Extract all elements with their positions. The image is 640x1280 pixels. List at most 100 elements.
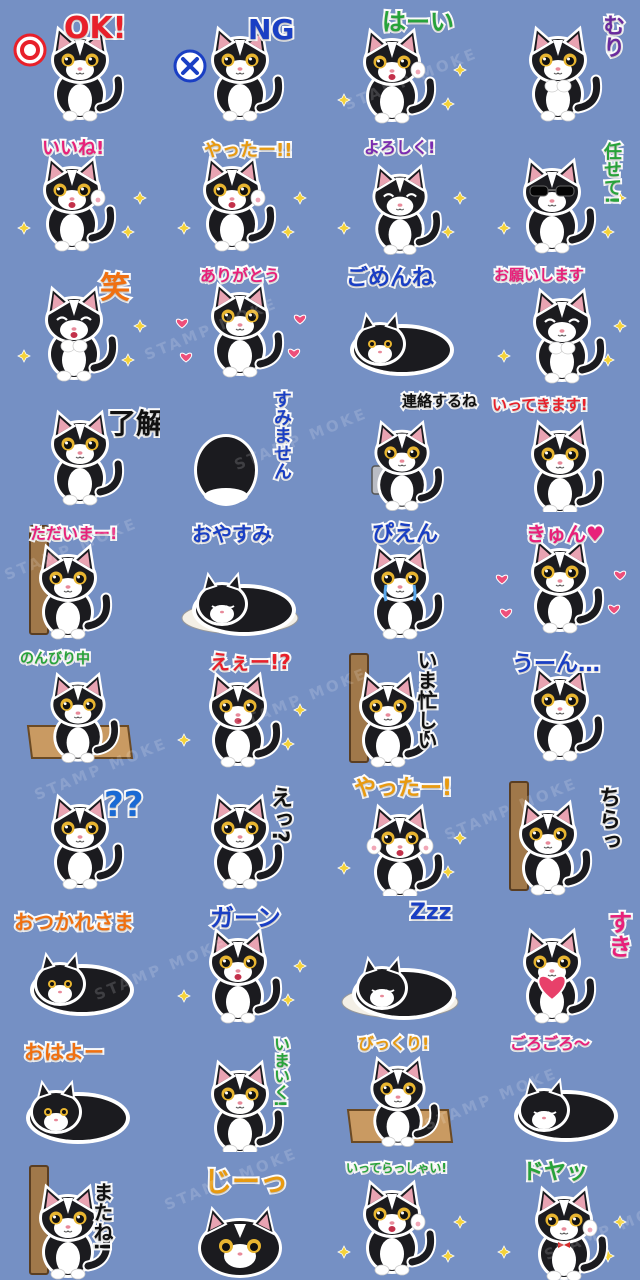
sticker-22[interactable]: えぇー!? — [160, 640, 320, 768]
cat-illustration — [514, 1077, 618, 1142]
sticker-17[interactable]: ただいまー! — [0, 512, 160, 640]
sticker-art — [51, 409, 125, 506]
sticker-25[interactable]: ?? — [0, 768, 160, 896]
sticker-caption: お願いします — [492, 266, 586, 285]
sticker-16[interactable]: いってきます! — [480, 384, 640, 512]
sticker-29[interactable]: おつかれさま — [0, 896, 160, 1024]
sticker-33[interactable]: おはよー — [0, 1024, 160, 1152]
sticker-1[interactable]: OK! — [0, 0, 160, 128]
sticker-art — [17, 285, 147, 382]
sticker-2[interactable]: NG — [160, 0, 320, 128]
sticker-15[interactable]: 連絡するね — [320, 384, 480, 512]
sticker-art — [349, 653, 433, 768]
sticker-caption: のんびり中 — [18, 650, 92, 668]
sticker-caption: えっ? — [265, 784, 294, 845]
sticker-caption: Zzz — [408, 900, 454, 926]
sticker-caption: よろしく! — [362, 138, 437, 158]
sticker-caption: 連絡するね — [400, 392, 479, 411]
sticker-caption: やったー! — [352, 776, 454, 802]
sticker-7[interactable]: よろしく! — [320, 128, 480, 256]
cat-illustration — [346, 1055, 454, 1147]
sticker-3[interactable]: はーい — [320, 0, 480, 128]
sticker-35[interactable]: びっくり! — [320, 1024, 480, 1152]
sticker-26[interactable]: えっ? — [160, 768, 320, 896]
sticker-4[interactable]: むり — [480, 0, 640, 128]
sticker-caption: えぇー!? — [208, 650, 293, 674]
sticker-34[interactable]: いまいく! — [160, 1024, 320, 1152]
cat-illustration — [181, 571, 299, 636]
cat-illustration — [198, 1205, 282, 1278]
cat-illustration — [531, 537, 605, 634]
sticker-caption: ドヤッ — [520, 1160, 590, 1186]
sticker-caption: ありがとう — [198, 266, 282, 286]
sticker-38[interactable]: じーっ — [160, 1152, 320, 1280]
sticker-caption: ガーン — [208, 904, 283, 932]
sticker-5[interactable]: いいね! — [0, 128, 160, 256]
cat-illustration — [371, 419, 444, 511]
sticker-caption: またね! — [88, 1180, 116, 1253]
sticker-13[interactable]: 了解 — [0, 384, 160, 512]
sticker-10[interactable]: ありがとう — [160, 256, 320, 384]
cross-sign-icon — [173, 49, 207, 83]
sticker-31[interactable]: Zzz — [320, 896, 480, 1024]
sticker-18[interactable]: おやすみ — [160, 512, 320, 640]
sticker-caption: 任せて! — [599, 140, 624, 206]
sticker-27[interactable]: やったー! — [320, 768, 480, 896]
sticker-art — [341, 955, 459, 1020]
cat-illustration — [523, 927, 597, 1024]
sticker-caption: ?? — [102, 785, 145, 825]
sticker-caption: むり — [597, 12, 626, 60]
cat-illustration — [363, 27, 437, 124]
sticker-20[interactable]: きゅん♥ — [480, 512, 640, 640]
sticker-37[interactable]: またね! — [0, 1152, 160, 1280]
sticker-caption: いまいく! — [269, 1034, 292, 1109]
sticker-caption: おはよー — [22, 1040, 106, 1064]
sticker-caption: いいね! — [40, 138, 106, 160]
sticker-caption: ごめんね — [344, 266, 436, 292]
sticker-6[interactable]: やったー!! — [160, 128, 320, 256]
sticker-caption: いってきます! — [490, 396, 590, 415]
sticker-caption: ぴえん — [370, 522, 440, 548]
sticker-21[interactable]: のんびり中 — [0, 640, 160, 768]
sticker-32[interactable]: すき — [480, 896, 640, 1024]
sticker-8[interactable]: 任せて! — [480, 128, 640, 256]
cat-illustration — [211, 281, 285, 378]
sticker-art — [173, 25, 285, 122]
cat-illustration — [26, 1079, 130, 1144]
sticker-36[interactable]: ごろごろ〜 — [480, 1024, 640, 1152]
sticker-19[interactable]: ぴえん — [320, 512, 480, 640]
sticker-grid: OK! NG はーい むり いいね! やったー!! よろしく! 任せて! 笑ありがとう ごめんねお… — [0, 0, 640, 1280]
sticker-caption: 了解 — [106, 407, 160, 440]
cat-illustration — [203, 155, 277, 252]
sticker-caption: いってらっしゃい! — [344, 1160, 449, 1176]
cat-illustration — [30, 951, 134, 1016]
sticker-39[interactable]: いってらっしゃい! — [320, 1152, 480, 1280]
sticker-40[interactable]: ドヤッ — [480, 1152, 640, 1280]
sticker-11[interactable]: ごめんね — [320, 256, 480, 384]
sticker-caption: おつかれさま — [12, 910, 136, 934]
cat-illustration — [363, 1179, 437, 1276]
sticker-caption: おやすみ — [190, 522, 274, 546]
sticker-caption: びっくり! — [356, 1034, 431, 1054]
cat-illustration — [509, 781, 593, 896]
cat-illustration — [371, 543, 445, 640]
sticker-caption: すき — [602, 908, 634, 960]
cat-illustration — [341, 955, 459, 1020]
sticker-caption: ごろごろ〜 — [508, 1034, 592, 1054]
sticker-caption: うーん… — [510, 652, 602, 678]
sticker-caption: ただいまー! — [28, 524, 119, 544]
sticker-14[interactable]: すみません — [160, 384, 320, 512]
sticker-art — [211, 793, 285, 890]
sticker-30[interactable]: ガーン — [160, 896, 320, 1024]
sticker-art — [29, 1165, 113, 1280]
sticker-24[interactable]: うーん… — [480, 640, 640, 768]
sticker-9[interactable]: 笑 — [0, 256, 160, 384]
cat-illustration — [533, 287, 607, 384]
sticker-28[interactable]: ちらっ — [480, 768, 640, 896]
sticker-23[interactable]: いま忙しい — [320, 640, 480, 768]
sticker-caption: じーっ — [202, 1165, 290, 1198]
sticker-12[interactable]: お願いします — [480, 256, 640, 384]
cat-illustration — [43, 155, 117, 252]
cat-illustration — [531, 665, 605, 762]
cat-illustration — [366, 803, 445, 896]
